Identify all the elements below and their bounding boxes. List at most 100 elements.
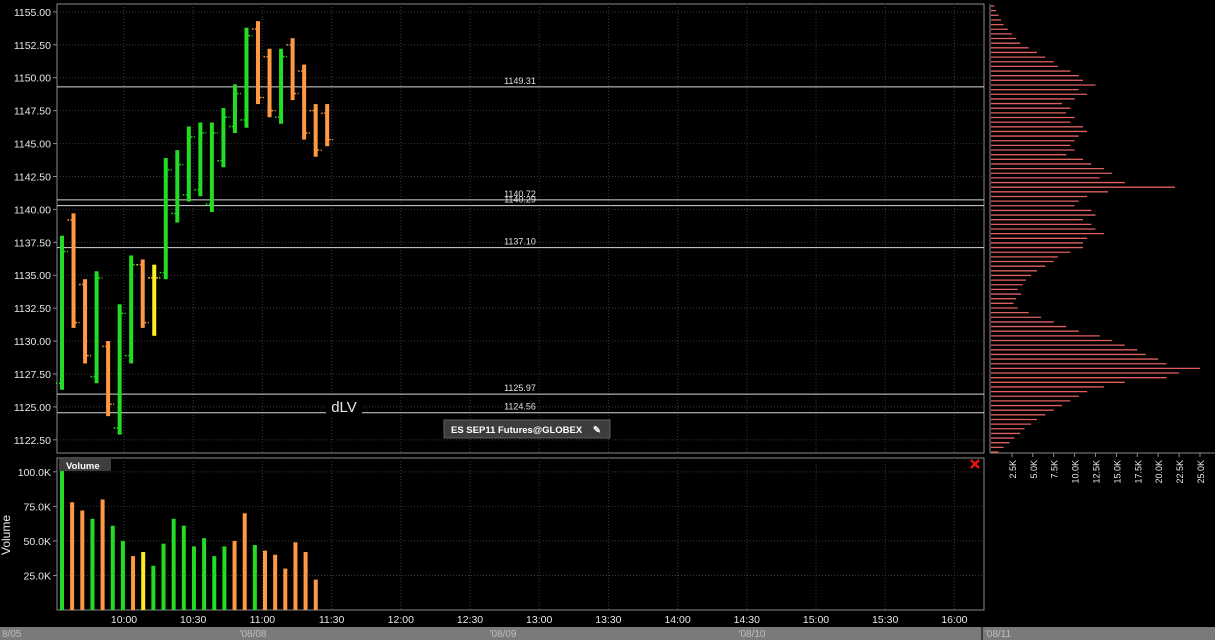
- volume-bar: [283, 568, 288, 610]
- time-tick-label: 15:00: [803, 614, 829, 626]
- time-tick-label: 15:30: [872, 614, 898, 626]
- instrument-tag[interactable]: ES SEP11 Futures@GLOBEX ✎: [443, 419, 611, 439]
- price-bar: [302, 64, 307, 140]
- volume-bar: [232, 540, 237, 610]
- price-bar: [106, 341, 111, 417]
- volume-tag[interactable]: Volume: [59, 459, 111, 472]
- price-bar: [140, 259, 145, 328]
- time-tick-label: 13:00: [526, 614, 552, 626]
- date-bar: [0, 627, 1215, 640]
- price-tick-label: 1122.50: [14, 435, 51, 447]
- profile-tick-label: 15.0K: [1112, 460, 1122, 484]
- price-tick-label: 1130.00: [14, 336, 51, 348]
- volume-axis-label: Volume: [0, 515, 13, 555]
- profile-tick-label: 17.5K: [1133, 460, 1143, 484]
- volume-tick-label: 75.0K: [24, 501, 51, 513]
- date-label-left: 8/05: [2, 629, 22, 640]
- profile-tick-label: 5.0K: [1029, 460, 1039, 479]
- volume-bar: [263, 550, 267, 610]
- time-tick-label: 16:00: [941, 614, 967, 626]
- volume-bar: [171, 518, 176, 610]
- price-bar: [221, 108, 226, 168]
- price-bar: [325, 104, 330, 147]
- profile-tick-label: 25.0K: [1196, 460, 1206, 484]
- price-bar: [129, 255, 134, 364]
- price-bar: [71, 213, 76, 328]
- price-tick-label: 1127.50: [14, 369, 51, 381]
- price-bar: [256, 21, 261, 105]
- volume-panel-frame: [56, 457, 985, 611]
- price-bar: [186, 126, 191, 202]
- price-tick-label: 1150.00: [14, 73, 51, 85]
- volume-bar: [80, 510, 85, 610]
- level-label: 1149.31: [504, 76, 536, 86]
- volume-bar: [212, 556, 217, 610]
- time-tick-label: 10:00: [111, 614, 137, 626]
- price-bar: [83, 279, 88, 364]
- price-bar: [175, 150, 180, 223]
- volume-bar: [313, 579, 318, 610]
- instrument-tag-label: ES SEP11 Futures@GLOBEX: [451, 425, 583, 436]
- profile-tick-label: 22.5K: [1175, 460, 1185, 484]
- time-tick-label: 11:00: [250, 614, 276, 626]
- price-tick-label: 1140.00: [14, 204, 51, 216]
- volume-bar: [110, 525, 115, 610]
- price-bar: [163, 158, 168, 280]
- price-bar: [198, 122, 203, 197]
- volume-bar: [303, 551, 308, 610]
- price-bar: [209, 122, 214, 213]
- volume-profile: [991, 5, 1200, 453]
- volume-bar: [181, 525, 186, 610]
- time-tick-label: 12:00: [388, 614, 414, 626]
- volume-tag-label: Volume: [66, 461, 100, 472]
- dlv-label[interactable]: dLV: [331, 399, 357, 416]
- price-bar: [244, 27, 249, 128]
- price-tick-label: 1125.00: [14, 402, 51, 414]
- wrench-icon[interactable]: ✎: [593, 425, 601, 436]
- volume-bar: [252, 545, 257, 610]
- profile-tick-label: 2.5K: [1008, 460, 1018, 479]
- volume-bar: [131, 556, 136, 610]
- time-tick-label: 11:30: [319, 614, 345, 626]
- profile-tick-label: 12.5K: [1092, 460, 1102, 484]
- trading-chart: 1149.311140.721140.291137.101125.971124.…: [0, 3, 1215, 640]
- volume-bar: [141, 551, 146, 610]
- level-label: 1140.29: [504, 195, 536, 205]
- price-bar: [152, 264, 157, 336]
- volume-bar: [60, 466, 64, 610]
- price-tick-label: 1147.50: [14, 106, 51, 118]
- volume-bar: [161, 543, 166, 610]
- price-bar: [94, 271, 99, 384]
- volume-bar: [100, 499, 105, 610]
- time-tick-label: 10:30: [180, 614, 206, 626]
- volume-tick-label: 100.0K: [18, 467, 51, 479]
- volume-bar: [242, 513, 247, 610]
- date-label-0809: '08/09: [490, 629, 517, 640]
- price-tick-label: 1135.00: [14, 270, 51, 282]
- price-tick-label: 1137.50: [14, 237, 51, 249]
- profile-tick-label: 20.0K: [1154, 460, 1164, 484]
- price-bar: [232, 84, 237, 134]
- volume-bar: [191, 546, 196, 610]
- level-label: 1124.56: [504, 402, 536, 412]
- level-label: 1137.10: [504, 237, 536, 247]
- volume-bar: [151, 565, 156, 610]
- time-tick-label: 14:30: [734, 614, 760, 626]
- price-bar: [290, 38, 295, 101]
- volume-bar: [273, 554, 278, 610]
- price-tick-label: 1155.00: [14, 7, 51, 19]
- profile-tick-label: 10.0K: [1071, 460, 1081, 484]
- volume-tick-label: 25.0K: [24, 570, 51, 582]
- price-tick-label: 1152.50: [14, 40, 51, 52]
- date-label-0808: '08/08: [240, 629, 267, 640]
- time-tick-label: 13:30: [595, 614, 621, 626]
- price-bar: [60, 235, 64, 390]
- time-tick-label: 14:00: [664, 614, 690, 626]
- price-tick-label: 1132.50: [14, 303, 51, 315]
- volume-bar: [202, 538, 207, 610]
- price-bar: [267, 48, 272, 118]
- volume-bar: [70, 502, 75, 610]
- price-tick-label: 1142.50: [14, 171, 51, 183]
- price-tick-label: 1145.00: [14, 139, 51, 151]
- date-label-0810: '08/10: [739, 629, 766, 640]
